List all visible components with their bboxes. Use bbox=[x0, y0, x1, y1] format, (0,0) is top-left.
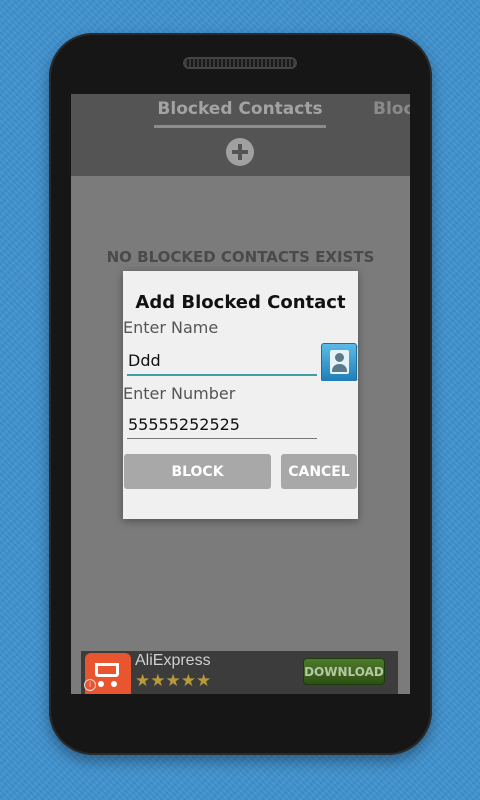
tab-next[interactable]: Bloc bbox=[373, 99, 410, 119]
number-input[interactable] bbox=[127, 410, 317, 439]
dialog-title: Add Blocked Contact bbox=[135, 292, 346, 313]
cancel-button[interactable]: CANCEL bbox=[281, 454, 357, 489]
contact-card-icon[interactable] bbox=[321, 343, 358, 381]
name-input[interactable] bbox=[127, 346, 317, 376]
name-label: Enter Name bbox=[123, 318, 219, 337]
phone-frame: Blocked Contacts Bloc NO BLOCKED CONTACT… bbox=[49, 33, 432, 755]
plus-circle-icon[interactable] bbox=[226, 138, 254, 166]
screen: Blocked Contacts Bloc NO BLOCKED CONTACT… bbox=[71, 94, 410, 694]
tab-bar: Blocked Contacts Bloc bbox=[71, 94, 410, 176]
tab-indicator bbox=[154, 125, 326, 128]
earpiece-speaker bbox=[183, 57, 297, 69]
block-button[interactable]: BLOCK bbox=[124, 454, 271, 489]
tab-blocked-contacts[interactable]: Blocked Contacts bbox=[154, 99, 326, 119]
ad-title: AliExpress bbox=[135, 652, 211, 669]
empty-state-message: NO BLOCKED CONTACTS EXISTS bbox=[106, 248, 375, 266]
download-button[interactable]: DOWNLOAD bbox=[303, 658, 385, 685]
rating-stars: ★★★★★ bbox=[135, 671, 212, 691]
info-icon[interactable]: i bbox=[84, 679, 96, 691]
number-label: Enter Number bbox=[123, 384, 236, 403]
ad-banner[interactable]: i AliExpress ★★★★★ DOWNLOAD bbox=[81, 651, 398, 694]
add-blocked-contact-dialog: Add Blocked Contact Enter Name Enter Num… bbox=[123, 271, 358, 519]
